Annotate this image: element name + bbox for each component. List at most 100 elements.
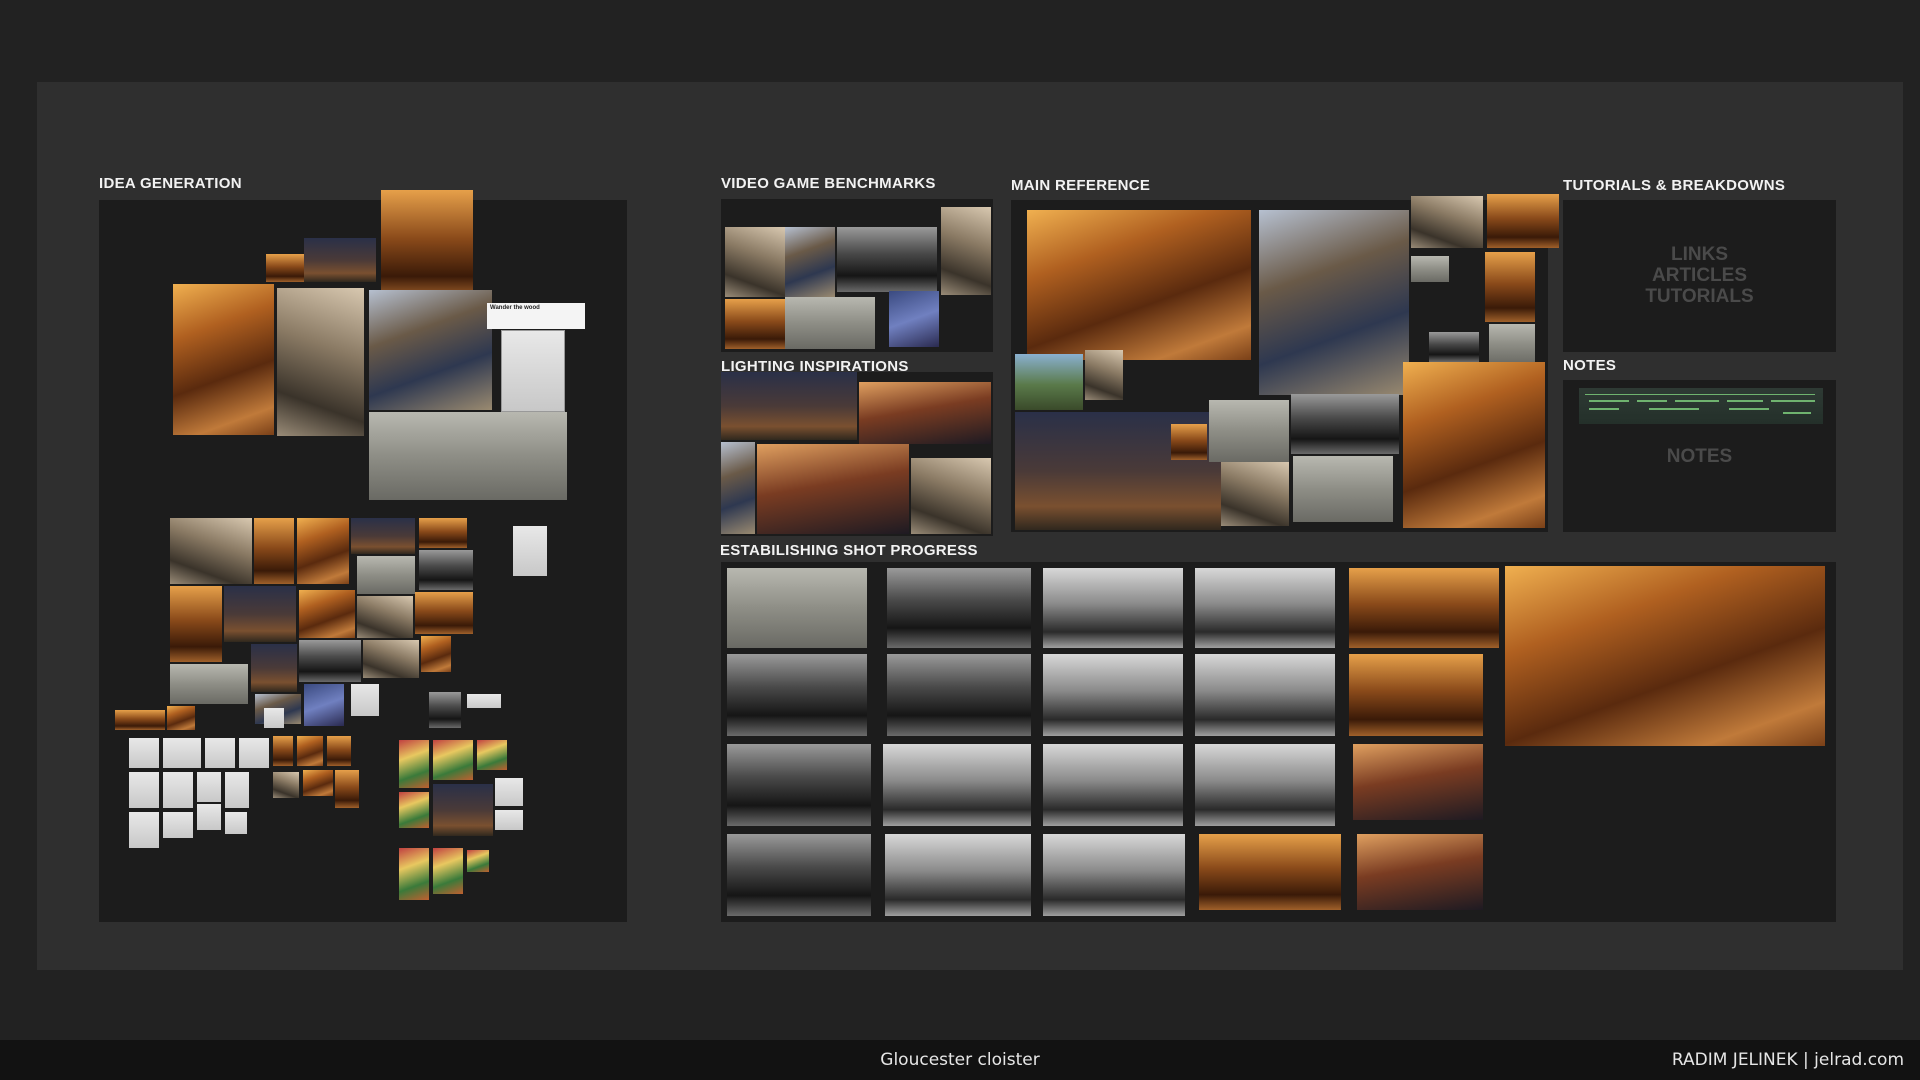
- reference-image[interactable]: [303, 770, 333, 796]
- main-reference-image[interactable]: [1259, 210, 1409, 395]
- ornament-sketch[interactable]: [129, 812, 159, 848]
- lighting-image[interactable]: [911, 458, 991, 534]
- main-reference-image[interactable]: [1027, 210, 1251, 360]
- progress-shot[interactable]: [1353, 744, 1483, 820]
- reference-image[interactable]: [513, 526, 547, 576]
- reference-image[interactable]: [467, 694, 501, 708]
- ornament-sketch[interactable]: [163, 772, 193, 808]
- main-reference-image[interactable]: [1429, 332, 1479, 362]
- reference-image[interactable]: [115, 710, 165, 730]
- main-reference-image[interactable]: [1291, 394, 1399, 454]
- progress-shot[interactable]: [727, 568, 867, 648]
- reference-image[interactable]: [351, 518, 415, 554]
- costume-reference[interactable]: [467, 850, 489, 872]
- reference-image[interactable]: [357, 556, 415, 594]
- reference-image[interactable]: [273, 736, 293, 766]
- progress-shot[interactable]: [1043, 834, 1185, 916]
- reference-image[interactable]: [167, 706, 195, 730]
- main-reference-image[interactable]: [1411, 256, 1449, 282]
- benchmark-image[interactable]: [837, 227, 937, 292]
- progress-shot[interactable]: [1043, 744, 1183, 826]
- progress-shot[interactable]: [1043, 654, 1183, 736]
- reference-image[interactable]: [297, 518, 349, 584]
- reference-image[interactable]: [170, 664, 248, 704]
- idea-note-card[interactable]: Wander the wood: [487, 303, 585, 329]
- progress-shot[interactable]: [1349, 568, 1499, 648]
- reference-image[interactable]: [381, 190, 473, 298]
- progress-shot[interactable]: [887, 568, 1031, 648]
- costume-reference[interactable]: [433, 740, 473, 780]
- progress-shot[interactable]: [1195, 568, 1335, 648]
- reference-image[interactable]: [369, 290, 492, 410]
- progress-shot[interactable]: [1195, 654, 1335, 736]
- reference-image[interactable]: [264, 708, 284, 728]
- progress-shot[interactable]: [1357, 834, 1483, 910]
- reference-image[interactable]: [304, 238, 376, 282]
- benchmark-image[interactable]: [889, 291, 939, 347]
- ornament-sketch[interactable]: [197, 772, 221, 802]
- reference-image[interactable]: [273, 772, 299, 798]
- reference-image[interactable]: [170, 518, 252, 584]
- benchmark-image[interactable]: [725, 299, 785, 349]
- reference-image[interactable]: [277, 288, 364, 436]
- reference-image[interactable]: [254, 518, 294, 584]
- progress-shot[interactable]: [885, 834, 1031, 916]
- benchmark-image[interactable]: [785, 227, 835, 297]
- reference-image[interactable]: [357, 596, 413, 638]
- progress-shot[interactable]: [727, 654, 867, 736]
- lighting-image[interactable]: [721, 442, 755, 534]
- progress-shot[interactable]: [1043, 568, 1183, 648]
- main-reference-image[interactable]: [1293, 456, 1393, 522]
- ornament-sketch[interactable]: [163, 738, 201, 768]
- ornament-sketch[interactable]: [163, 812, 193, 838]
- reference-image[interactable]: [224, 586, 296, 642]
- progress-shot[interactable]: [887, 654, 1031, 736]
- reference-image[interactable]: [266, 254, 304, 282]
- reference-image[interactable]: [335, 770, 359, 808]
- ornament-sketch[interactable]: [205, 738, 235, 768]
- lighting-image[interactable]: [757, 444, 909, 534]
- costume-reference[interactable]: [495, 778, 523, 806]
- reference-image[interactable]: [170, 586, 222, 662]
- benchmark-image[interactable]: [941, 207, 991, 295]
- lighting-image[interactable]: [721, 372, 857, 440]
- costume-reference[interactable]: [399, 848, 429, 900]
- costume-reference[interactable]: [433, 784, 493, 836]
- main-reference-image[interactable]: [1411, 196, 1483, 248]
- progress-shot[interactable]: [883, 744, 1031, 826]
- reference-image[interactable]: [327, 736, 351, 766]
- costume-reference[interactable]: [477, 740, 507, 770]
- floor-plan-sketch[interactable]: [501, 330, 565, 412]
- costume-reference[interactable]: [399, 740, 429, 788]
- reference-image[interactable]: [369, 412, 567, 500]
- reference-image[interactable]: [299, 640, 361, 682]
- ornament-sketch[interactable]: [129, 772, 159, 808]
- benchmark-image[interactable]: [785, 297, 875, 349]
- reference-image[interactable]: [419, 550, 473, 590]
- progress-shot[interactable]: [727, 744, 871, 826]
- reference-image[interactable]: [421, 636, 451, 672]
- reference-image[interactable]: [363, 640, 419, 678]
- main-reference-image[interactable]: [1403, 362, 1545, 528]
- costume-reference[interactable]: [495, 810, 523, 830]
- costume-reference[interactable]: [433, 848, 463, 894]
- ornament-sketch[interactable]: [239, 738, 269, 768]
- main-reference-image[interactable]: [1171, 424, 1207, 460]
- main-reference-image[interactable]: [1209, 400, 1289, 462]
- final-establishing-shot[interactable]: [1505, 566, 1825, 746]
- main-reference-image[interactable]: [1485, 252, 1535, 322]
- benchmark-image[interactable]: [725, 227, 785, 297]
- reference-image[interactable]: [251, 644, 297, 692]
- progress-shot[interactable]: [1199, 834, 1341, 910]
- main-reference-image[interactable]: [1085, 350, 1123, 400]
- costume-reference[interactable]: [399, 792, 429, 828]
- ornament-sketch[interactable]: [225, 772, 249, 808]
- ornament-sketch[interactable]: [129, 738, 159, 768]
- main-reference-image[interactable]: [1487, 194, 1559, 248]
- reference-image[interactable]: [299, 590, 355, 638]
- ornament-sketch[interactable]: [197, 804, 221, 830]
- reference-image[interactable]: [351, 684, 379, 716]
- progress-shot[interactable]: [1195, 744, 1335, 826]
- main-reference-image[interactable]: [1221, 462, 1289, 526]
- notes-table-image[interactable]: [1579, 388, 1823, 424]
